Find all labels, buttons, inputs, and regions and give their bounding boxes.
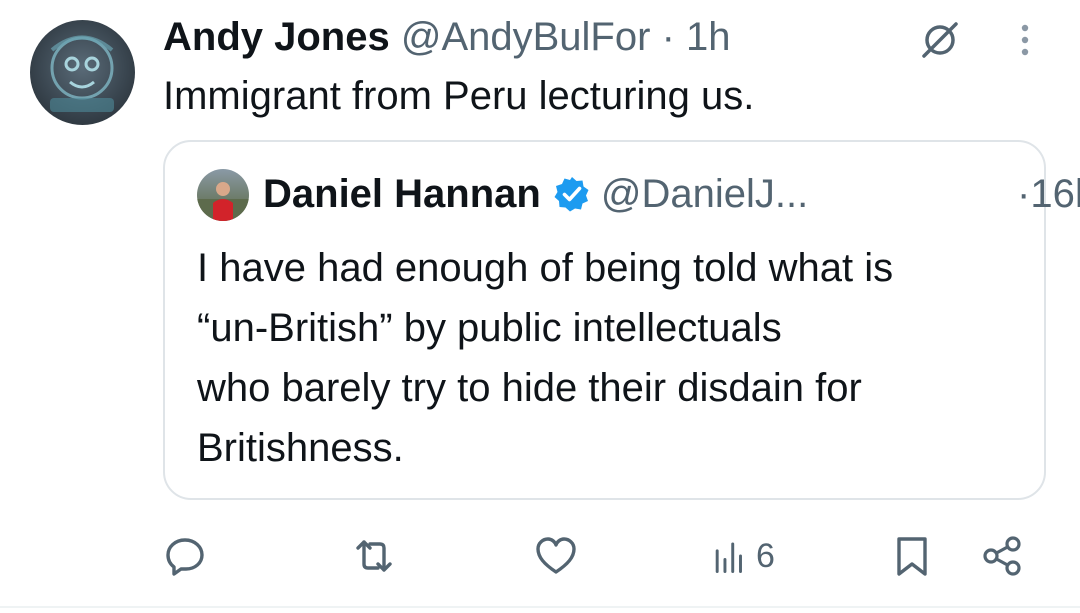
quoted-tweet-header: Daniel Hannan @DanielJ... ·16h	[263, 170, 1080, 218]
tweet-time[interactable]: 1h	[686, 15, 731, 59]
quoted-text-line: who barely try to hide their disdain for	[197, 366, 862, 410]
quoted-author-avatar[interactable]	[197, 169, 249, 221]
bookmark-button[interactable]	[890, 528, 934, 584]
author-name[interactable]: Andy Jones	[163, 15, 390, 59]
tweet-header: Andy Jones @AndyBulFor · 1h	[163, 14, 731, 60]
views-icon	[715, 542, 742, 574]
verified-badge-icon	[553, 175, 591, 213]
grok-icon[interactable]	[918, 18, 962, 62]
quoted-tweet-time[interactable]: ·16h	[1017, 170, 1080, 218]
more-icon[interactable]	[1010, 18, 1040, 62]
tweet-text: Immigrant from Peru lecturing us.	[163, 74, 755, 118]
avatar-image	[50, 35, 114, 112]
quoted-separator-dot: ·	[1017, 172, 1031, 216]
tweet-action-bar: 6	[0, 528, 1080, 584]
like-icon	[536, 537, 576, 574]
share-button[interactable]	[980, 528, 1024, 584]
quoted-time-value: 16h	[1030, 172, 1080, 216]
share-icon	[983, 536, 1021, 576]
quoted-text-line: Britishness.	[197, 426, 404, 470]
tweet-divider	[0, 606, 1080, 608]
author-handle[interactable]: @AndyBulFor	[401, 15, 651, 59]
separator-dot: ·	[661, 15, 675, 59]
retweet-button[interactable]	[352, 528, 396, 584]
quoted-author-handle[interactable]: @DanielJ...	[601, 172, 808, 216]
quoted-avatar-image	[197, 182, 249, 221]
like-button[interactable]	[534, 528, 578, 584]
quoted-text-line: “un-British” by public intellectuals	[197, 306, 782, 350]
reply-icon	[166, 538, 204, 576]
quoted-text-line: I have had enough of being told what is	[197, 246, 894, 290]
retweet-icon	[356, 540, 392, 572]
quoted-tweet-card[interactable]: Daniel Hannan @DanielJ... ·16h I have ha…	[163, 140, 1080, 500]
quoted-author-name[interactable]: Daniel Hannan	[263, 172, 541, 216]
author-avatar[interactable]	[30, 20, 135, 125]
quoted-tweet-text: I have had enough of being told what is …	[197, 238, 1037, 478]
views-count: 6	[756, 536, 775, 575]
reply-button[interactable]	[163, 528, 207, 584]
views-button[interactable]: 6	[712, 528, 775, 584]
bookmark-icon	[897, 537, 927, 576]
